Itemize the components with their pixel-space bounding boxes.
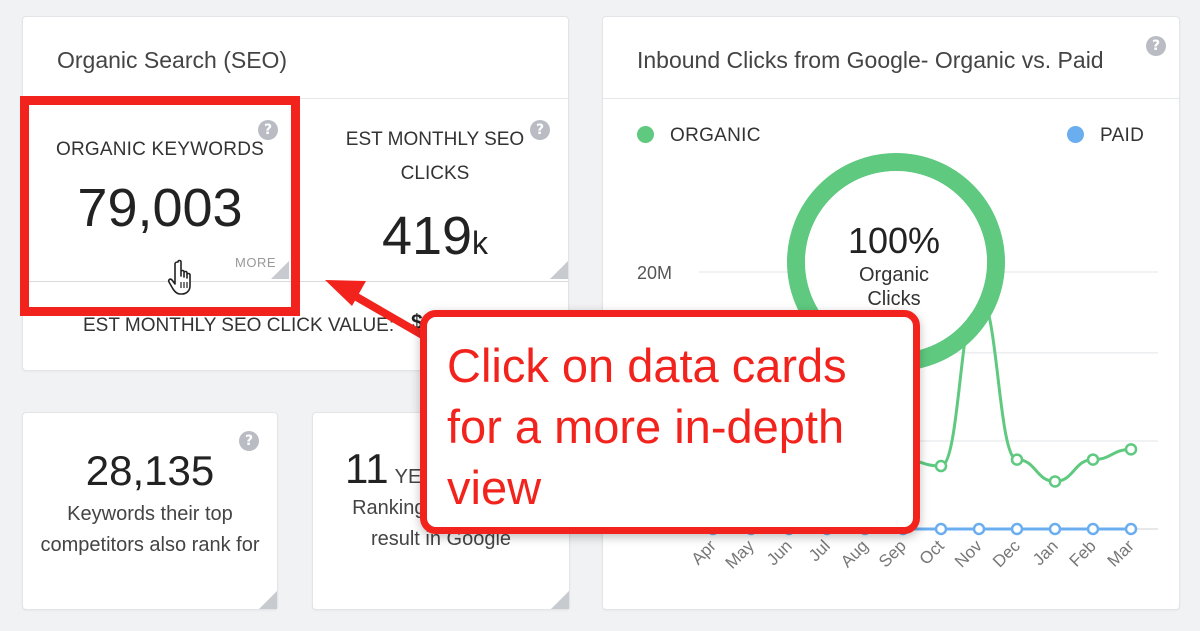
help-icon[interactable]: ? bbox=[530, 120, 550, 140]
years-number: 11 bbox=[345, 445, 389, 492]
data-point[interactable] bbox=[934, 459, 948, 473]
monthly-seo-clicks-value: 419k bbox=[331, 205, 539, 267]
years-value: 11 YE bbox=[345, 445, 421, 493]
donut-percent: 100% bbox=[848, 220, 940, 261]
x-tick-label: Apr bbox=[688, 536, 720, 568]
corner-fold bbox=[259, 591, 277, 609]
data-point[interactable] bbox=[1124, 522, 1138, 536]
x-tick-label: Dec bbox=[989, 536, 1024, 571]
corner-fold bbox=[550, 261, 568, 279]
data-point[interactable] bbox=[1086, 453, 1100, 466]
callout-text: Click on data cards for a more in-depth … bbox=[447, 339, 847, 514]
x-tick-label: Aug bbox=[837, 536, 872, 571]
data-point[interactable] bbox=[1048, 475, 1062, 488]
monthly-seo-clicks-label: EST MONTHLY SEO CLICKS bbox=[345, 129, 525, 184]
seo-click-value-label: EST MONTHLY SEO CLICK VALUE: bbox=[83, 315, 395, 336]
data-point[interactable] bbox=[1010, 453, 1024, 466]
x-tick-label: May bbox=[722, 536, 758, 572]
x-tick-label: Jul bbox=[805, 536, 834, 565]
years-unit: YE bbox=[394, 466, 422, 488]
donut-line-2: Clicks bbox=[867, 288, 920, 310]
hand-cursor-icon bbox=[167, 259, 191, 295]
competitor-keywords-value: 28,135 bbox=[85, 447, 215, 494]
x-tick-label: Jan bbox=[1029, 536, 1062, 569]
callout-box: Click on data cards for a more in-depth … bbox=[420, 310, 920, 534]
y-tick-label: 20M bbox=[637, 263, 672, 283]
card-title: Organic Search (SEO) bbox=[57, 47, 288, 73]
x-tick-label: Feb bbox=[1066, 536, 1100, 570]
clicks-number: 419 bbox=[381, 206, 473, 266]
data-point[interactable] bbox=[934, 522, 948, 536]
x-tick-label: Oct bbox=[916, 536, 948, 568]
x-tick-label: Jun bbox=[763, 536, 796, 569]
donut-line-1: Organic bbox=[859, 264, 929, 286]
x-tick-label: Nov bbox=[951, 536, 986, 571]
data-point[interactable] bbox=[1124, 443, 1138, 456]
corner-fold bbox=[551, 591, 569, 609]
data-point[interactable] bbox=[1010, 522, 1024, 536]
competitor-keywords-text: Keywords their top competitors also rank… bbox=[40, 503, 260, 556]
data-point[interactable] bbox=[1086, 522, 1100, 536]
x-tick-label: Sep bbox=[875, 536, 910, 571]
data-point[interactable] bbox=[1048, 522, 1062, 536]
clicks-unit: k bbox=[472, 225, 489, 261]
data-point[interactable] bbox=[972, 522, 986, 536]
highlight-box bbox=[20, 96, 300, 316]
competitor-keywords-card[interactable]: ? 28,135 Keywords their top competitors … bbox=[22, 412, 278, 610]
x-tick-label: Mar bbox=[1104, 536, 1138, 570]
